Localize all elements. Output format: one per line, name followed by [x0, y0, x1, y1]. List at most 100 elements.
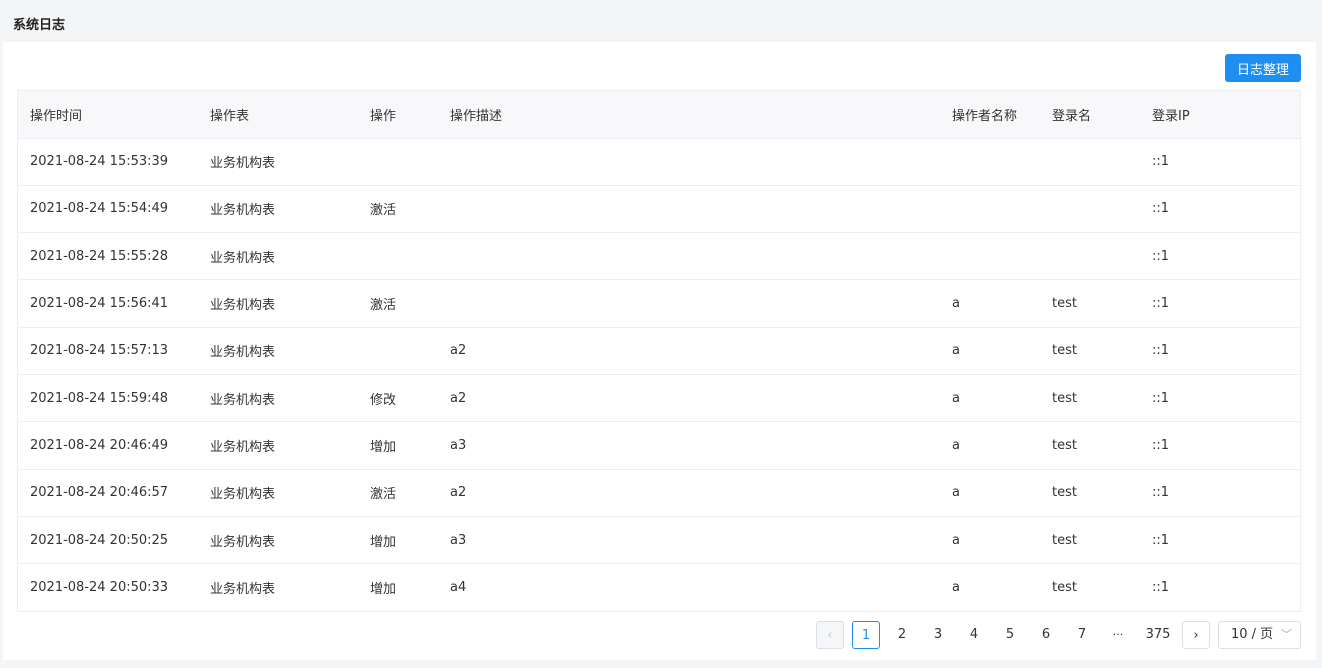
table-cell: a — [940, 516, 1040, 565]
table-cell: 业务机构表 — [198, 232, 358, 281]
table-cell: 2021-08-24 15:59:48 — [18, 374, 198, 423]
table-cell: ::1 — [1140, 374, 1300, 423]
table-cell — [358, 138, 438, 186]
prev-page-button[interactable]: ‹ — [816, 621, 844, 649]
table-cell — [940, 185, 1040, 234]
table-cell: ::1 — [1140, 516, 1300, 565]
table-row[interactable]: 2021-08-24 15:54:49 业务机构表 激活::1 — [18, 185, 1300, 234]
table-cell: a2 — [438, 327, 940, 375]
log-card: 日志整理 操作时间 操作表 操作 操作描述 操作者名称 登录名 登录IP 202… — [3, 42, 1316, 660]
table-cell: 增加 — [358, 421, 438, 470]
table-cell — [1040, 232, 1140, 281]
table-cell: ::1 — [1140, 279, 1300, 328]
page-header: 系统日志 — [0, 0, 1322, 42]
table-cell: a4 — [450, 580, 467, 596]
chevron-right-icon: › — [1193, 628, 1199, 643]
table-cell — [358, 327, 438, 375]
table-cell: a — [940, 374, 1040, 423]
page-button-last[interactable]: 375 — [1140, 621, 1176, 649]
page-button-3[interactable]: 3 — [924, 621, 952, 649]
table-cell: ::1 — [1152, 580, 1170, 596]
table-cell — [940, 138, 1040, 186]
table-cell: ::1 — [1140, 138, 1300, 186]
table-cell: test — [1040, 374, 1140, 423]
table-cell: ::1 — [1140, 469, 1300, 517]
table-cell: 业务机构表 — [198, 374, 358, 423]
page-button-5[interactable]: 5 — [996, 621, 1024, 649]
table-cell: 2021-08-24 20:50:33 — [30, 580, 169, 596]
table-cell: a — [940, 279, 1040, 328]
table-row[interactable]: 2021-08-24 15:59:48 业务机构表 修改 a2 a test::1 — [18, 374, 1300, 423]
table-cell: 增加 — [358, 516, 438, 565]
table-cell: test — [1040, 469, 1140, 517]
column-header: 操作表 — [198, 91, 358, 139]
table-cell — [940, 232, 1040, 281]
table-cell: 激活 — [358, 279, 438, 328]
table-cell: 2021-08-24 20:50:25 — [18, 516, 198, 565]
page-button-6[interactable]: 6 — [1032, 621, 1060, 649]
table-row[interactable]: 2021-08-24 20:46:57 业务机构表 激活 a2 a test::1 — [18, 469, 1300, 517]
table-cell: test — [1040, 327, 1140, 375]
table-cell: 业务机构表 — [198, 185, 358, 234]
table-cell: test — [1052, 580, 1077, 596]
table-cell: 增加 — [370, 582, 397, 598]
table-cell: a3 — [438, 421, 940, 470]
next-page-button[interactable]: › — [1182, 621, 1210, 649]
table-cell: a — [940, 469, 1040, 517]
table-cell: 2021-08-24 20:46:49 — [18, 421, 198, 470]
table-cell: 2021-08-24 15:55:28 — [18, 232, 198, 281]
table-cell: 业务机构表 — [198, 516, 358, 565]
table-cell — [438, 138, 940, 186]
page-size-value: 10 / 页 — [1231, 627, 1274, 642]
column-header: 操作者名称 — [940, 91, 1040, 139]
page-ellipsis[interactable]: ··· — [1104, 621, 1132, 649]
log-tidy-button[interactable]: 日志整理 — [1225, 54, 1301, 82]
page-button-1[interactable]: 1 — [852, 621, 880, 649]
table-row[interactable]: 2021-08-24 20:50:33 业务机构表 增加 a4 a test::1 — [18, 564, 1300, 611]
table-cell: 2021-08-24 15:57:13 — [18, 327, 198, 375]
table-cell — [358, 232, 438, 281]
column-header: 登录名 — [1040, 91, 1140, 139]
column-header: 操作描述 — [438, 91, 940, 139]
table-cell: 2021-08-24 20:46:57 — [18, 469, 198, 517]
table-cell: 2021-08-24 15:54:49 — [18, 185, 198, 234]
page-size-select[interactable]: 10 / 页 ﹀ — [1218, 621, 1301, 649]
column-header: 操作 — [358, 91, 438, 139]
table-cell: ::1 — [1140, 327, 1300, 375]
table-row[interactable]: 2021-08-24 15:56:41 业务机构表 激活 a test::1 — [18, 279, 1300, 328]
table-cell: 业务机构表 — [198, 138, 358, 186]
table-header-row: 操作时间 操作表 操作 操作描述 操作者名称 登录名 登录IP — [18, 91, 1300, 139]
table-cell: a3 — [438, 516, 940, 565]
table-cell: 业务机构表 — [198, 327, 358, 375]
table-cell: test — [1040, 279, 1140, 328]
table-cell: 激活 — [358, 185, 438, 234]
table-cell: ::1 — [1140, 185, 1300, 234]
table-row[interactable]: 2021-08-24 15:55:28 业务机构表::1 — [18, 232, 1300, 281]
table-cell: 业务机构表 — [210, 582, 276, 598]
table-cell: 2021-08-24 15:56:41 — [18, 279, 198, 328]
table-cell: 业务机构表 — [198, 421, 358, 470]
column-header: 登录IP — [1140, 91, 1300, 139]
table-row[interactable]: 2021-08-24 15:53:39 业务机构表::1 — [18, 138, 1300, 186]
table-cell: test — [1040, 516, 1140, 565]
table-cell — [438, 279, 940, 328]
page-button-2[interactable]: 2 — [888, 621, 916, 649]
table-row[interactable]: 2021-08-24 20:46:49 业务机构表 增加 a3 a test::1 — [18, 421, 1300, 470]
table-cell — [438, 185, 940, 234]
table-cell: a — [940, 421, 1040, 470]
table-cell: 激活 — [358, 469, 438, 517]
column-header: 操作时间 — [18, 91, 198, 139]
table-cell: 业务机构表 — [198, 469, 358, 517]
table-cell — [1040, 138, 1140, 186]
table-cell — [438, 232, 940, 281]
table-cell: 2021-08-24 15:53:39 — [18, 138, 198, 186]
page-button-4[interactable]: 4 — [960, 621, 988, 649]
table-cell: 业务机构表 — [198, 279, 358, 328]
table-cell: 修改 — [358, 374, 438, 423]
table-row[interactable]: 2021-08-24 20:50:25 业务机构表 增加 a3 a test::1 — [18, 516, 1300, 565]
log-table: 操作时间 操作表 操作 操作描述 操作者名称 登录名 登录IP 2021-08-… — [17, 90, 1301, 612]
table-row[interactable]: 2021-08-24 15:57:13 业务机构表 a2 a test::1 — [18, 327, 1300, 375]
table-cell: ::1 — [1140, 232, 1300, 281]
page-button-7[interactable]: 7 — [1068, 621, 1096, 649]
table-cell: a — [940, 327, 1040, 375]
